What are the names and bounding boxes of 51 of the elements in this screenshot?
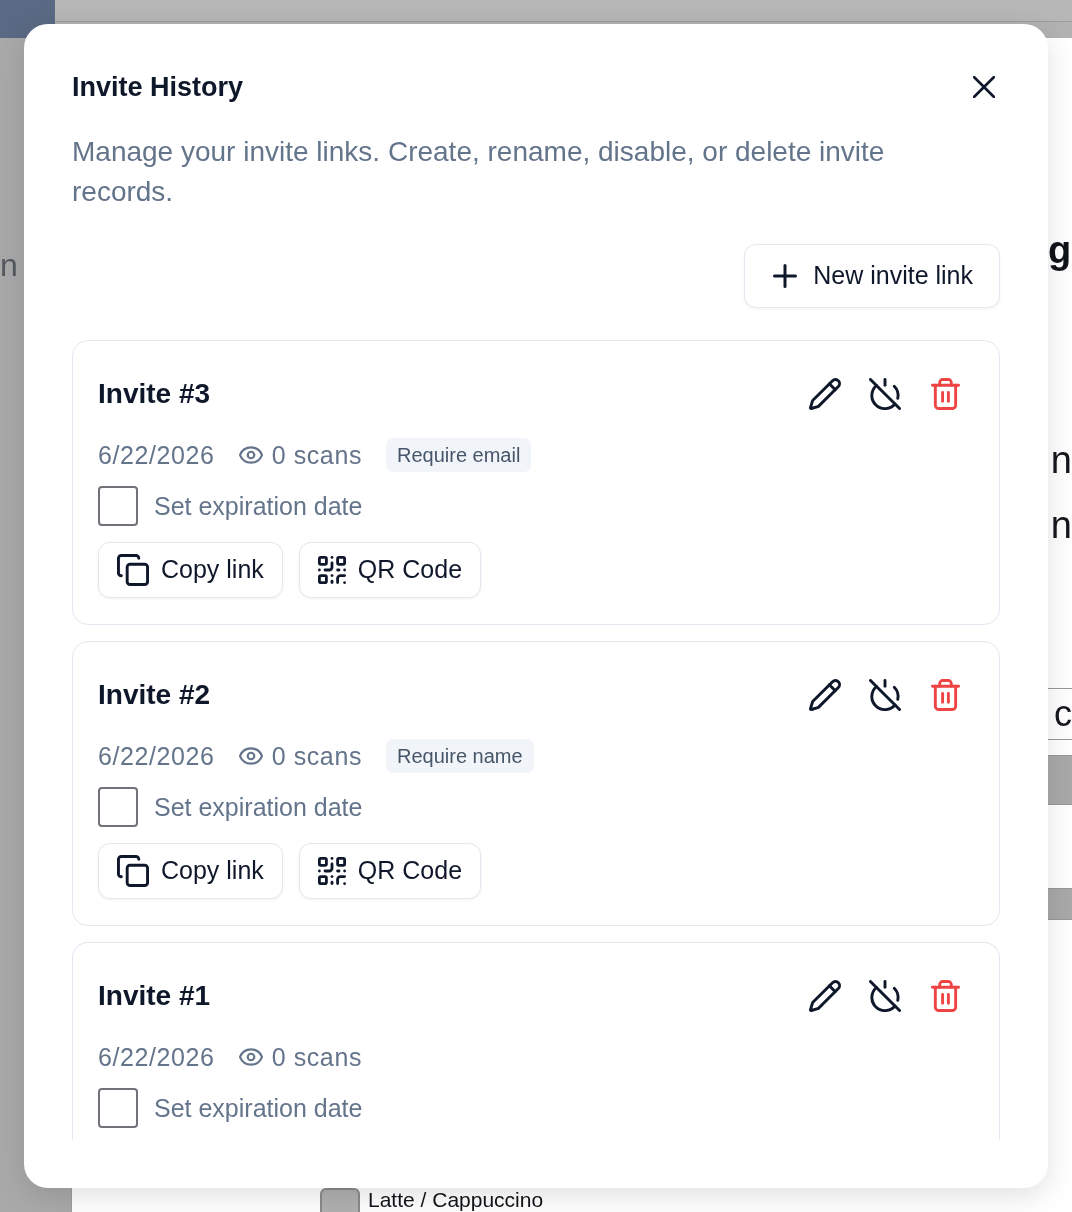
expiration-checkbox[interactable] (98, 486, 138, 526)
expiration-label: Set expiration date (154, 1093, 363, 1123)
close-icon (973, 76, 995, 98)
expiration-label: Set expiration date (154, 491, 363, 521)
qr-code-icon (317, 556, 346, 584)
dialog-description: Manage your invite links. Create, rename, disable, or delete invite records. (72, 135, 886, 209)
trash-icon (930, 679, 960, 711)
pencil-icon (809, 679, 841, 711)
page-text: n (1050, 438, 1072, 482)
option-checkbox[interactable] (320, 1188, 360, 1212)
pencil-icon (809, 980, 841, 1012)
page-text: n (1050, 503, 1072, 547)
copy-icon (117, 855, 149, 887)
dialog-title: Invite History (72, 71, 244, 104)
copy-link-button[interactable]: Copy link (98, 843, 283, 899)
qr-code-button[interactable]: QR Code (298, 542, 482, 598)
qr-code-button[interactable]: QR Code (298, 843, 482, 899)
invite-date: 6/22/2026 (98, 440, 215, 470)
scan-count: 0 scans (271, 741, 362, 771)
scan-count: 0 scans (271, 440, 362, 470)
invite-date: 6/22/2026 (98, 1042, 215, 1072)
expiration-label: Set expiration date (154, 792, 363, 822)
expiration-checkbox[interactable] (98, 1088, 138, 1128)
pencil-icon (809, 378, 841, 410)
new-invite-button[interactable]: New invite link (744, 244, 1000, 308)
invite-date: 6/22/2026 (98, 741, 215, 771)
option-label: Latte / Cappuccino (368, 1188, 544, 1212)
copy-icon (117, 554, 149, 586)
requirement-badge: Require email (386, 438, 532, 472)
eye-icon (238, 1048, 263, 1066)
plus-icon (773, 264, 798, 288)
page-heading: g (1048, 228, 1072, 273)
requirement-badge: Require name (386, 739, 534, 773)
qr-code-icon (317, 857, 346, 885)
copy-link-button[interactable]: Copy link (98, 542, 283, 598)
trash-icon (930, 980, 960, 1012)
eye-icon (238, 446, 263, 464)
invite-title: Invite #1 (98, 979, 211, 1013)
expiration-checkbox[interactable] (98, 787, 138, 827)
power-off-icon (869, 980, 901, 1012)
invite-title: Invite #2 (98, 678, 211, 712)
page-text: c (1054, 692, 1072, 736)
table-row (1048, 888, 1072, 920)
invite-title: Invite #3 (98, 377, 211, 411)
table-row (1048, 755, 1072, 805)
power-off-icon (869, 378, 901, 410)
trash-icon (930, 378, 960, 410)
power-off-icon (869, 679, 901, 711)
page-text: n (0, 246, 18, 285)
scan-count: 0 scans (271, 1042, 362, 1072)
eye-icon (238, 747, 263, 765)
